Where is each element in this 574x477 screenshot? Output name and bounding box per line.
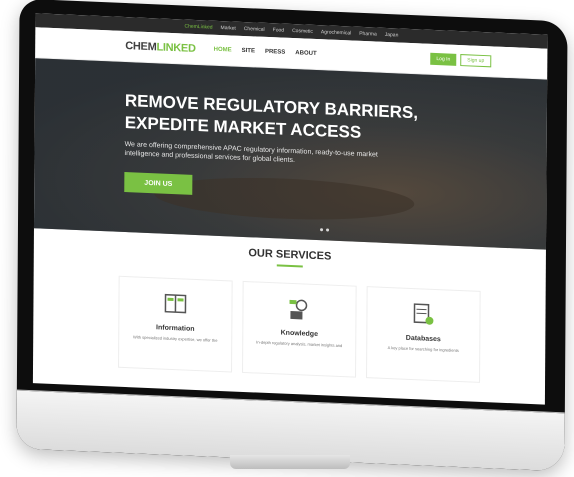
hero-subtitle: We are offering comprehensive APAC regul… bbox=[124, 140, 378, 165]
nav-home[interactable]: HOME bbox=[214, 47, 232, 54]
service-card-title: Databases bbox=[405, 334, 441, 344]
utility-link-agrochemical[interactable]: Agrochemical bbox=[321, 29, 351, 36]
service-card-desc: With specialized industry expertise, we … bbox=[133, 334, 218, 343]
logo-accent: LINKED bbox=[156, 41, 196, 55]
utility-link-japan[interactable]: Japan bbox=[385, 32, 399, 39]
logo-main: CHEM bbox=[125, 40, 157, 54]
signup-button[interactable]: Sign up bbox=[460, 54, 492, 68]
hero-banner: REMOVE REGULATORY BARRIERS, EXPEDITE MAR… bbox=[33, 58, 548, 250]
carousel-dot[interactable] bbox=[320, 228, 324, 232]
database-icon bbox=[413, 303, 434, 325]
service-card-databases[interactable]: Databases A key place for searching for … bbox=[366, 286, 481, 383]
logo[interactable]: CHEMLINKED bbox=[125, 40, 195, 55]
services-cards: Information With specialized industry ex… bbox=[33, 272, 546, 385]
service-card-title: Knowledge bbox=[280, 329, 319, 339]
carousel-dots[interactable] bbox=[320, 228, 330, 232]
scholar-icon bbox=[289, 299, 308, 320]
utility-link-chemlinked[interactable]: ChemLinked bbox=[184, 23, 212, 30]
login-button[interactable]: Log In bbox=[430, 52, 457, 66]
utility-link-food[interactable]: Food bbox=[273, 27, 284, 33]
hero-title: REMOVE REGULATORY BARRIERS, EXPEDITE MAR… bbox=[125, 90, 425, 147]
utility-link-market[interactable]: Market bbox=[221, 25, 236, 32]
service-card-title: Information bbox=[156, 324, 195, 333]
auth-buttons: Log In Sign up bbox=[430, 52, 492, 68]
monitor-frame: ChemLinked Market Chemical Food Cosmetic… bbox=[16, 0, 568, 472]
monitor-stand bbox=[230, 455, 350, 469]
carousel-dot[interactable] bbox=[326, 228, 330, 232]
join-us-button[interactable]: JOIN US bbox=[124, 171, 193, 195]
website-screen: ChemLinked Market Chemical Food Cosmetic… bbox=[32, 13, 548, 405]
utility-link-chemical[interactable]: Chemical bbox=[244, 26, 265, 33]
utility-link-pharma[interactable]: Pharma bbox=[359, 31, 377, 38]
book-icon bbox=[164, 293, 187, 314]
service-card-knowledge[interactable]: Knowledge In-depth regulatory analysis, … bbox=[242, 280, 357, 378]
service-card-desc: In-depth regulatory analysis, market ins… bbox=[256, 339, 343, 349]
hero-background-image bbox=[154, 173, 415, 225]
utility-link-cosmetic[interactable]: Cosmetic bbox=[292, 28, 313, 35]
nav-press[interactable]: PRESS bbox=[265, 49, 285, 56]
title-underline bbox=[276, 264, 303, 268]
nav-about[interactable]: ABOUT bbox=[295, 50, 316, 57]
nav-site[interactable]: SITE bbox=[242, 48, 255, 55]
service-card-information[interactable]: Information With specialized industry ex… bbox=[118, 275, 233, 373]
service-card-desc: A key place for searching for ingredient… bbox=[387, 345, 459, 353]
